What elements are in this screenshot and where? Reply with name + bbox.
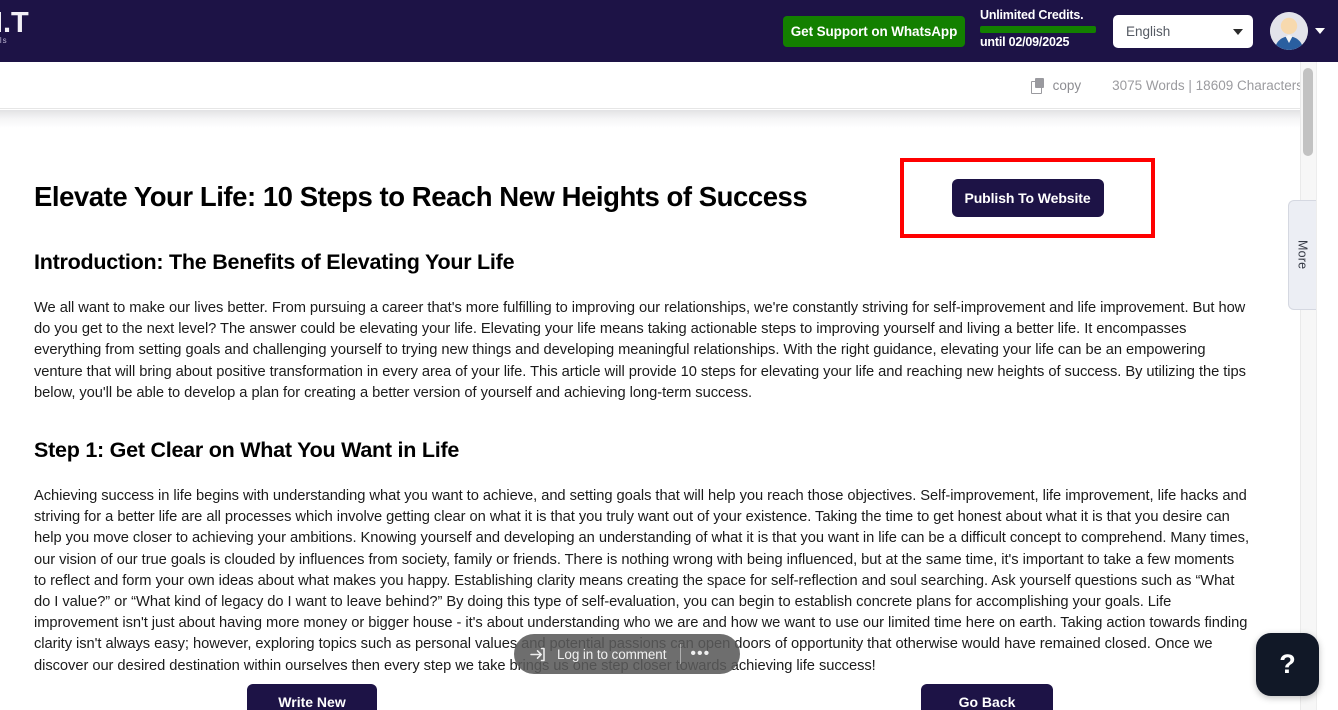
chevron-down-icon xyxy=(1233,28,1243,35)
log-in-to-comment-toolbar[interactable]: Log in to comment ••• xyxy=(514,634,740,674)
login-arrow-icon xyxy=(530,647,547,662)
copy-button[interactable]: copy xyxy=(1030,77,1082,94)
copy-button-label: copy xyxy=(1052,77,1082,93)
credits-expiry-date: until 02/09/2025 xyxy=(980,35,1070,49)
top-navigation-bar: N.T Tools Get Support on WhatsApp Unlimi… xyxy=(0,0,1338,62)
go-back-button[interactable]: Go Back xyxy=(921,684,1053,710)
app-root: N.T Tools Get Support on WhatsApp Unlimi… xyxy=(0,0,1338,710)
get-support-on-whatsapp-button[interactable]: Get Support on WhatsApp xyxy=(783,16,965,47)
credits-progress-bar xyxy=(980,26,1096,33)
introduction-heading: Introduction: The Benefits of Elevating … xyxy=(34,250,515,274)
publish-to-website-button[interactable]: Publish To Website xyxy=(951,179,1104,217)
write-new-button[interactable]: Write New xyxy=(247,684,377,710)
question-mark-icon: ? xyxy=(1279,649,1296,679)
outer-gutter xyxy=(1316,62,1338,710)
vertical-scrollbar-thumb[interactable] xyxy=(1303,68,1313,156)
credits-title: Unlimited Credits. xyxy=(980,8,1084,22)
credits-status: Unlimited Credits. until 02/09/2025 xyxy=(980,8,1096,50)
language-select[interactable]: English xyxy=(1113,15,1253,48)
ellipsis-icon[interactable]: ••• xyxy=(690,646,710,662)
document-content: Elevate Your Life: 10 Steps to Reach New… xyxy=(0,180,1305,677)
log-in-to-comment-label: Log in to comment xyxy=(557,646,667,662)
chevron-down-icon[interactable] xyxy=(1315,28,1325,34)
publish-highlight-box: Publish To Website xyxy=(900,158,1155,238)
help-button[interactable]: ? xyxy=(1256,633,1319,696)
user-avatar-icon xyxy=(1270,12,1308,50)
step-1-heading: Step 1: Get Clear on What You Want in Li… xyxy=(34,438,460,463)
editor-meta-bar: copy 3075 Words | 18609 Characters xyxy=(0,62,1327,109)
introduction-paragraph: We all want to make our lives better. Fr… xyxy=(34,300,1246,401)
word-character-count: 3075 Words | 18609 Characters xyxy=(1112,77,1303,93)
language-select-value: English xyxy=(1126,24,1171,39)
brand-logo-text: N.T xyxy=(0,8,29,39)
brand-logo[interactable]: N.T Tools xyxy=(0,8,60,54)
copy-icon xyxy=(1030,77,1046,94)
vertical-scrollbar-track[interactable] xyxy=(1300,62,1316,710)
more-side-tab-label: More xyxy=(1295,240,1310,270)
avatar[interactable] xyxy=(1270,12,1308,50)
more-side-tab[interactable]: More xyxy=(1288,200,1316,310)
pill-divider xyxy=(680,644,682,664)
account-menu[interactable] xyxy=(1270,12,1325,50)
